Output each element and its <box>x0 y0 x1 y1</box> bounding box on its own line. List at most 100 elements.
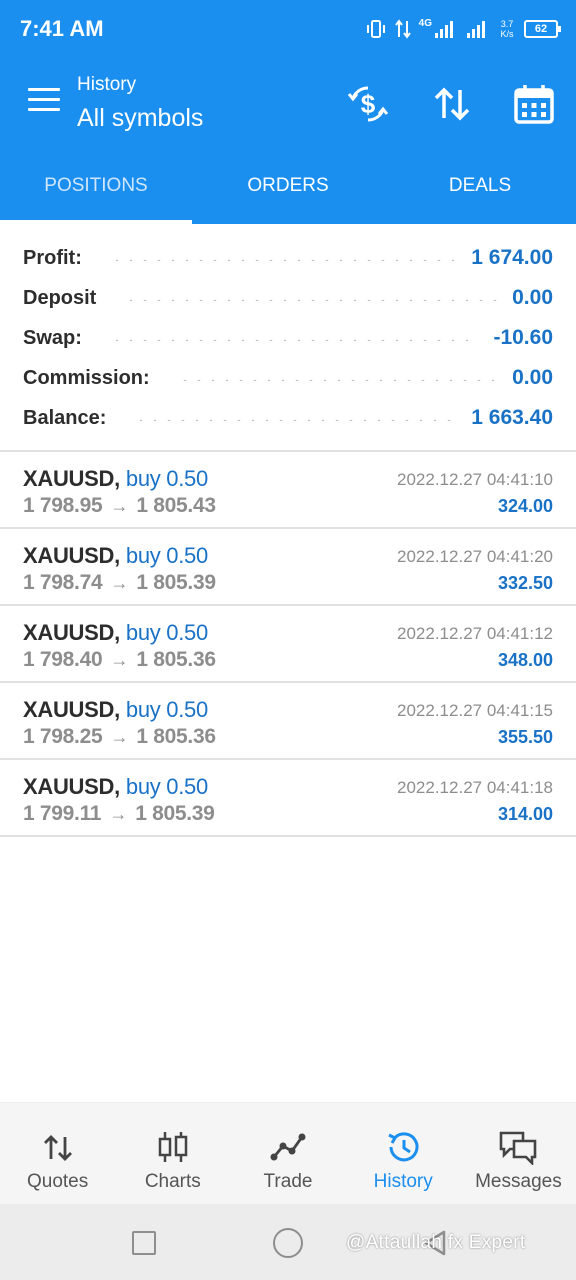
battery-icon: 62 <box>524 20 561 38</box>
watermark-text: @Attaullah fx Expert <box>346 1232 526 1253</box>
system-nav-bar: @Attaullah fx Expert <box>0 1204 576 1280</box>
profit-label: Profit: <box>23 246 82 269</box>
tab-orders[interactable]: ORDERS <box>192 148 384 224</box>
nav-trade[interactable]: Trade <box>230 1103 345 1204</box>
home-button[interactable] <box>273 1228 303 1258</box>
position-time: 2022.12.27 04:41:18 <box>397 778 553 797</box>
dotted-leader <box>109 339 480 341</box>
profit-value: 1 674.00 <box>471 246 553 269</box>
position-prices: 1 798.25 → 1 805.36 <box>23 725 216 749</box>
position-profit: 324.00 <box>497 496 553 516</box>
position-prices: 1 798.95 → 1 805.43 <box>23 494 216 518</box>
list-item[interactable]: XAUUSD, buy 0.50 1 798.40 → 1 805.36 2022.1… <box>0 606 576 683</box>
position-prices: 1 799.11 → 1 805.39 <box>23 802 215 826</box>
open-price: 1 798.74 <box>23 571 103 594</box>
nav-quotes[interactable]: Quotes <box>0 1103 115 1204</box>
position-time: 2022.12.27 04:41:20 <box>397 547 553 566</box>
position-symbol: XAUUSD, buy 0.50 <box>23 620 208 645</box>
list-item[interactable]: XAUUSD, buy 0.50 1 798.25 → 1 805.36 2022.1… <box>0 683 576 760</box>
position-prices: 1 798.40 → 1 805.36 <box>23 648 216 672</box>
sort-icon[interactable] <box>430 82 474 126</box>
summary-panel: Profit: 1 674.00 Deposit 0.00 Swap: -10.… <box>0 238 576 438</box>
commission-value: 0.00 <box>512 366 553 389</box>
list-item[interactable]: XAUUSD, buy 0.50 1 798.74 → 1 805.39 2022.1… <box>0 529 576 606</box>
network-type: 4G <box>418 17 432 29</box>
vibrate-icon <box>366 20 385 38</box>
position-type: buy 0.50 <box>125 466 208 491</box>
app-bar: History All symbols $ <box>0 60 576 148</box>
nav-quotes-label: Quotes <box>26 1171 89 1192</box>
balance-label: Balance: <box>23 406 107 429</box>
list-item[interactable]: XAUUSD, buy 0.50 1 798.95 → 1 805.43 2022.1… <box>0 452 576 529</box>
bottom-nav: Quotes Charts Trade History Messages <box>0 1102 576 1204</box>
commission-label: Commission: <box>23 366 150 389</box>
swap-label: Swap: <box>23 326 82 349</box>
arrow-right-icon: → <box>109 804 128 824</box>
nav-trade-label: Trade <box>263 1171 313 1192</box>
open-price: 1 798.95 <box>23 494 103 517</box>
swap-value: -10.60 <box>493 326 553 349</box>
svg-text:$: $ <box>361 89 376 119</box>
deposit-label: Deposit <box>23 286 97 309</box>
position-time: 2022.12.27 04:41:15 <box>397 701 553 720</box>
position-profit: 348.00 <box>497 650 553 670</box>
position-profit: 332.50 <box>497 573 553 593</box>
list-item[interactable]: XAUUSD, buy 0.50 1 799.11 → 1 805.39 2022.1… <box>0 760 576 837</box>
calendar-icon[interactable] <box>512 82 556 126</box>
nav-messages-label: Messages <box>475 1171 562 1192</box>
status-icons: 4G 3.7 K/s 62 <box>365 14 561 44</box>
net-speed: 3.7 K/s <box>500 19 514 39</box>
position-symbol: XAUUSD, buy 0.50 <box>23 697 208 722</box>
tab-deals[interactable]: DEALS <box>384 148 576 224</box>
open-price: 1 798.25 <box>23 725 103 748</box>
arrow-right-icon: → <box>110 650 129 670</box>
tab-positions[interactable]: POSITIONS <box>0 148 192 224</box>
nav-messages[interactable]: Messages <box>461 1103 576 1204</box>
position-symbol: XAUUSD, buy 0.50 <box>23 466 208 491</box>
dotted-leader <box>124 299 499 301</box>
status-bar: 7:41 AM 4G 3.7 K/s 62 <box>0 0 576 60</box>
recent-apps-button[interactable] <box>132 1231 156 1255</box>
nav-charts[interactable]: Charts <box>115 1103 230 1204</box>
chat-bubbles-icon <box>500 1131 537 1165</box>
trend-line-icon <box>270 1133 306 1161</box>
close-price: 1 805.36 <box>136 725 216 748</box>
position-type: buy 0.50 <box>125 620 208 645</box>
close-price: 1 805.36 <box>136 648 216 671</box>
summary-row-profit: Profit: 1 674.00 <box>0 238 576 278</box>
summary-row-balance: Balance: 1 663.40 <box>0 398 576 438</box>
open-price: 1 799.11 <box>23 802 102 825</box>
appbar-title[interactable]: All symbols <box>77 104 203 133</box>
close-price: 1 805.43 <box>136 494 216 517</box>
summary-row-deposit: Deposit 0.00 <box>0 278 576 318</box>
position-symbol: XAUUSD, buy 0.50 <box>23 543 208 568</box>
arrow-right-icon: → <box>110 727 129 747</box>
data-transfer-icon <box>394 19 411 39</box>
close-price: 1 805.39 <box>136 571 216 594</box>
quotes-arrows-icon <box>43 1135 72 1161</box>
tab-bar: POSITIONS ORDERS DEALS <box>0 148 576 224</box>
nav-history[interactable]: History <box>346 1103 461 1204</box>
position-type: buy 0.50 <box>125 774 208 799</box>
menu-icon[interactable] <box>28 88 60 116</box>
balance-value: 1 663.40 <box>471 406 553 429</box>
nav-charts-label: Charts <box>144 1171 201 1192</box>
currency-exchange-icon[interactable]: $ <box>346 82 390 126</box>
position-type: buy 0.50 <box>125 543 208 568</box>
positions-list: XAUUSD, buy 0.50 1 798.95 → 1 805.43 2022.1… <box>0 452 576 837</box>
close-price: 1 805.39 <box>135 802 215 825</box>
appbar-subtitle: History <box>77 74 137 95</box>
signal-strength-icon-2 <box>467 21 485 38</box>
position-profit: 314.00 <box>497 804 553 824</box>
open-price: 1 798.40 <box>23 648 103 671</box>
arrow-right-icon: → <box>110 573 129 593</box>
dotted-leader <box>134 419 458 421</box>
deposit-value: 0.00 <box>512 286 553 309</box>
arrow-right-icon: → <box>110 496 129 516</box>
position-type: buy 0.50 <box>125 697 208 722</box>
summary-row-swap: Swap: -10.60 <box>0 318 576 358</box>
nav-history-label: History <box>373 1171 433 1192</box>
dotted-leader <box>109 259 458 261</box>
history-clock-icon <box>388 1132 419 1162</box>
position-prices: 1 798.74 → 1 805.39 <box>23 571 216 595</box>
